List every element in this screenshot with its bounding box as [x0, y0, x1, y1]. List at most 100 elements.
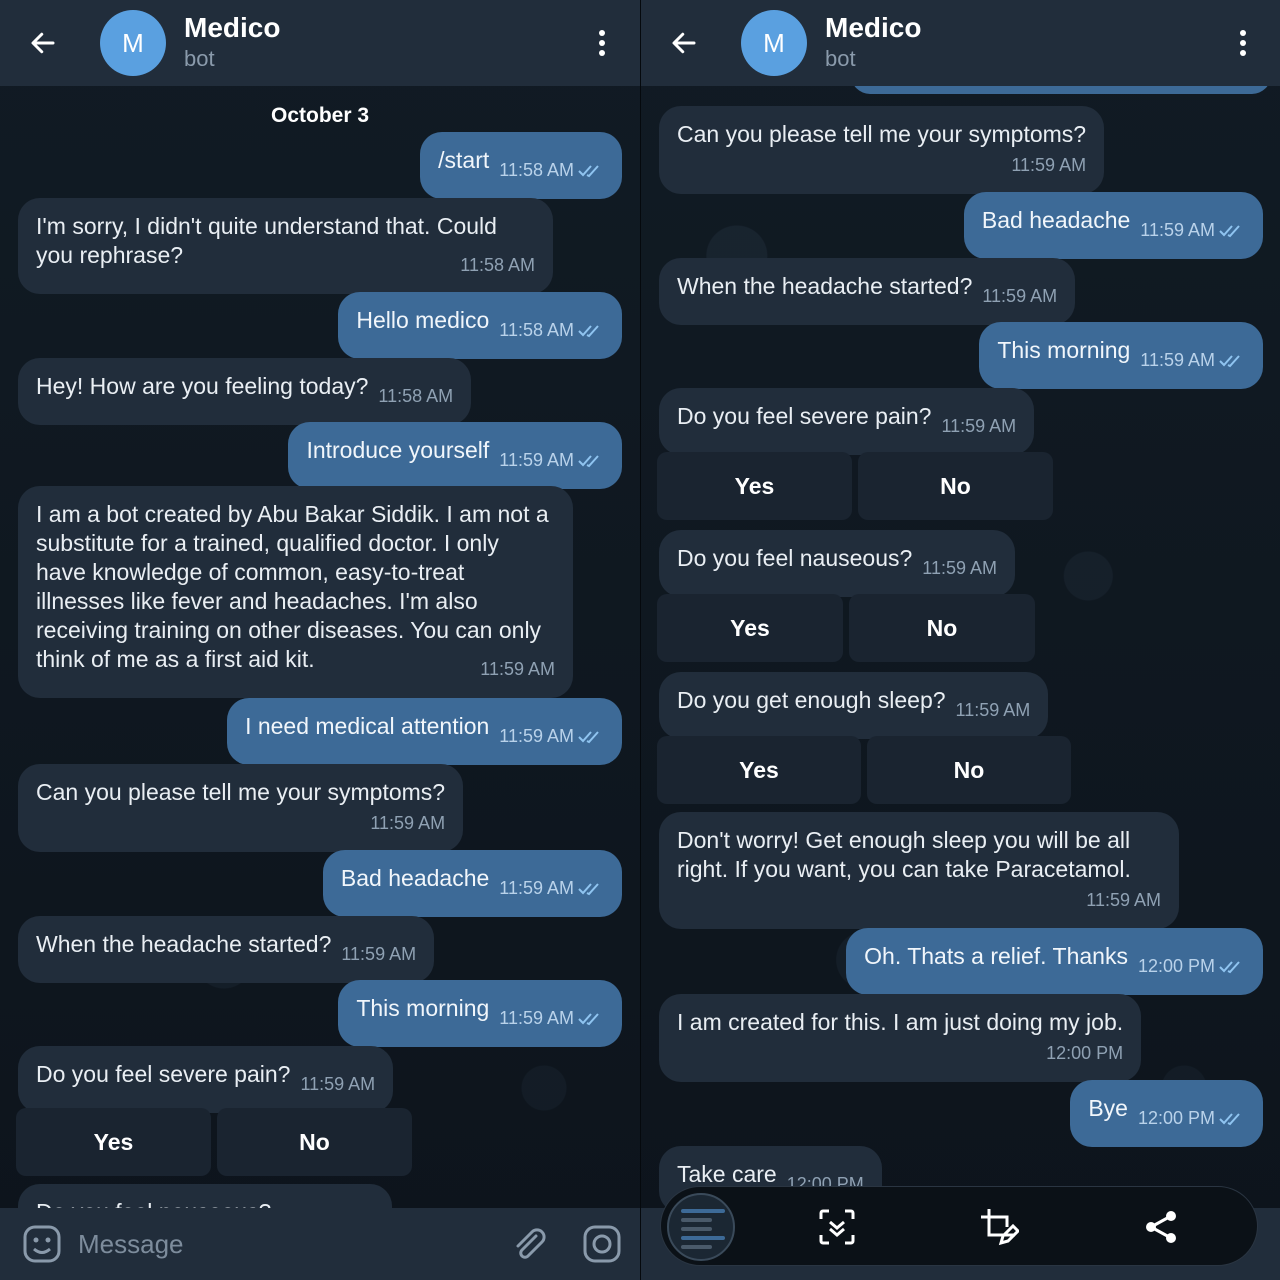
double-check-icon [1219, 355, 1240, 368]
message-time: 11:59 AM [922, 558, 997, 578]
message-outgoing[interactable]: Bad headache 11:59 AM [322, 850, 622, 917]
message-time-label: 11:59 AM [1140, 220, 1215, 240]
message-outgoing-partial[interactable] [851, 86, 1271, 94]
message-outgoing[interactable]: This morning 11:59 AM [338, 980, 622, 1047]
message-text: When the headache started? [677, 273, 973, 299]
message-text: Do you feel nauseous? [36, 1199, 271, 1208]
camera-button[interactable] [582, 1224, 622, 1264]
menu-button[interactable] [582, 22, 622, 64]
more-vertical-icon [1240, 30, 1246, 56]
message-time: 11:59 AM [341, 944, 417, 964]
message-time: 11:59 AM [370, 813, 446, 833]
message-incoming[interactable]: I am a bot created by Abu Bakar Siddik. … [18, 486, 573, 698]
keyboard-button-no[interactable]: No [867, 736, 1071, 804]
message-time-label: 11:59 AM [499, 726, 574, 746]
message-text: Take care [677, 1161, 777, 1187]
message-incoming[interactable]: Do you feel severe pain? 11:59 AM [18, 1046, 394, 1113]
message-outgoing[interactable]: This morning 11:59 AM [979, 322, 1263, 389]
message-incoming[interactable]: Do you feel nauseous? 11:59 AM [659, 530, 1015, 597]
double-check-icon [578, 1013, 599, 1026]
message-time: 11:59 AM [300, 1074, 376, 1094]
message-text: Do you get enough sleep? [677, 687, 946, 713]
message-incoming[interactable]: Do you get enough sleep? 11:59 AM [659, 672, 1049, 739]
message-text: When the headache started? [36, 931, 332, 957]
message-text: This morning [356, 995, 490, 1021]
message-time: 11:58 AM [378, 386, 454, 406]
avatar[interactable]: M [741, 10, 807, 76]
attach-button[interactable] [508, 1224, 548, 1264]
message-time-label: 11:58 AM [499, 320, 574, 340]
message-incoming[interactable]: Can you please tell me your symptoms? 11… [659, 106, 1105, 194]
message-incoming[interactable]: I'm sorry, I didn't quite understand tha… [18, 198, 553, 294]
message-incoming[interactable]: Hey! How are you feeling today? 11:58 AM [18, 358, 472, 425]
keyboard-button-no[interactable]: No [849, 594, 1035, 662]
avatar[interactable]: M [100, 10, 166, 76]
back-button[interactable] [663, 22, 705, 64]
message-incoming[interactable]: When the headache started? 11:59 AM [18, 916, 435, 983]
keyboard-button-yes[interactable]: Yes [657, 452, 852, 520]
message-incoming[interactable]: When the headache started? 11:59 AM [659, 258, 1076, 325]
reply-keyboard: Yes No [657, 594, 1035, 662]
message-time: 11:59 AM [499, 722, 604, 751]
chat-title[interactable]: Medico [825, 12, 921, 44]
message-time: 11:59 AM [499, 874, 604, 903]
message-incoming[interactable]: Can you please tell me your symptoms? 11… [18, 764, 464, 852]
message-time: 11:59 AM [941, 416, 1017, 436]
message-time: 11:59 AM [1140, 216, 1245, 245]
message-outgoing[interactable]: Bye 12:00 PM [1070, 1080, 1263, 1147]
message-time-label: 11:58 AM [499, 160, 574, 180]
message-time-label: 12:00 PM [1137, 1108, 1215, 1128]
keyboard-button-yes[interactable]: Yes [16, 1108, 211, 1176]
message-incoming[interactable]: Don't worry! Get enough sleep you will b… [659, 812, 1179, 929]
message-incoming[interactable]: I am created for this. I am just doing m… [659, 994, 1142, 1082]
crop-edit-button[interactable] [977, 1205, 1021, 1249]
back-button[interactable] [22, 22, 64, 64]
double-check-icon [578, 455, 599, 468]
message-outgoing[interactable]: Bad headache 11:59 AM [963, 192, 1263, 259]
avatar-letter: M [763, 27, 785, 58]
camera-icon [583, 1225, 621, 1263]
double-check-icon [1219, 961, 1240, 974]
share-button[interactable] [1139, 1205, 1183, 1249]
message-time-label: 12:00 PM [1137, 956, 1215, 976]
keyboard-button-yes[interactable]: Yes [657, 594, 843, 662]
message-time: 12:00 PM [1046, 1043, 1124, 1063]
emoji-button[interactable] [22, 1224, 62, 1264]
scroll-capture-button[interactable] [815, 1205, 859, 1249]
keyboard-button-no[interactable]: No [217, 1108, 412, 1176]
message-outgoing[interactable]: Oh. Thats a relief. Thanks 12:00 PM [846, 928, 1263, 995]
message-list[interactable]: Can you please tell me your symptoms? 11… [641, 86, 1280, 1208]
message-text: Introduce yourself [306, 437, 490, 463]
message-outgoing[interactable]: Introduce yourself 11:59 AM [288, 422, 622, 489]
message-incoming[interactable]: Do you feel severe pain? 11:59 AM [659, 388, 1035, 455]
message-time-label: 11:59 AM [499, 1008, 574, 1028]
message-time: 11:59 AM [1140, 346, 1245, 375]
double-check-icon [1219, 1113, 1240, 1126]
menu-button[interactable] [1223, 22, 1263, 64]
message-text: Do you feel severe pain? [677, 403, 932, 429]
message-time: 11:59 AM [955, 700, 1031, 720]
chat-subtitle: bot [825, 46, 856, 71]
message-text: I need medical attention [245, 713, 490, 739]
message-text: Hey! How are you feeling today? [36, 373, 369, 399]
reply-keyboard: Yes No [657, 452, 1053, 520]
message-text: Bad headache [981, 207, 1131, 233]
keyboard-button-yes[interactable]: Yes [657, 736, 861, 804]
message-incoming[interactable]: Do you feel nauseous? [18, 1184, 392, 1208]
arrow-left-icon [672, 32, 696, 54]
message-outgoing[interactable]: I need medical attention 11:59 AM [227, 698, 622, 765]
message-list[interactable]: October 3 /start 11:58 AM I'm sorry, I d… [0, 86, 640, 1208]
screenshot-thumbnail[interactable] [667, 1193, 735, 1261]
keyboard-button-no[interactable]: No [858, 452, 1053, 520]
message-text: Do you feel severe pain? [36, 1061, 291, 1087]
message-input[interactable] [78, 1226, 478, 1262]
paperclip-icon [516, 1228, 546, 1259]
chat-title[interactable]: Medico [184, 12, 280, 44]
message-outgoing[interactable]: /start 11:58 AM [420, 132, 622, 199]
crop-edit-icon [981, 1209, 1019, 1246]
message-outgoing[interactable]: Hello medico 11:58 AM [338, 292, 622, 359]
screenshot-toolbar [660, 1186, 1258, 1266]
date-separator: October 3 [270, 104, 370, 127]
message-time: 11:59 AM [480, 659, 555, 679]
avatar-letter: M [122, 27, 144, 58]
